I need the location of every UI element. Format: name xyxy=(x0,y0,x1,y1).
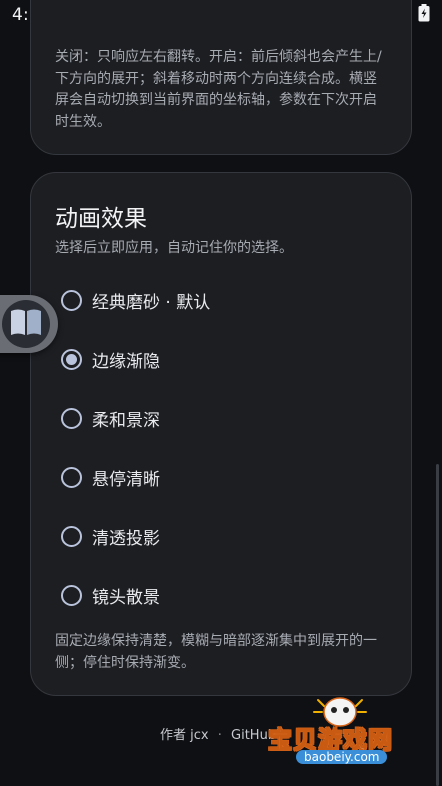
option-label: 边缘渐隐 xyxy=(92,352,160,372)
option-hover-clear[interactable]: 悬停清晰 xyxy=(61,448,381,507)
option-label: 柔和景深 xyxy=(92,411,160,431)
radio-button[interactable] xyxy=(61,290,82,311)
screen: 4:53 xyxy=(0,0,442,786)
radio-button[interactable] xyxy=(61,526,82,547)
floating-book-button[interactable] xyxy=(0,295,58,353)
effect-description: 固定边缘保持清楚，模糊与暗部逐渐集中到展开的一侧；停住时保持渐变。 xyxy=(55,633,377,671)
credits-separator: · xyxy=(217,728,222,743)
radio-dot xyxy=(66,354,77,365)
radio-button-selected[interactable] xyxy=(61,349,82,370)
animation-options: 经典磨砂 · 默认 边缘渐隐 柔和景深 悬停清晰 清透投影 镜头散景 xyxy=(61,271,381,625)
watermark-url: baobeiy.com xyxy=(296,750,388,764)
animation-effects-card: 动画效果 选择后立即应用，自动记住你的选择。 经典磨砂 · 默认 边缘渐隐 柔和… xyxy=(30,172,412,696)
watermark-logo: 宝贝游戏网 baobeiy.com xyxy=(266,690,414,772)
book-icon-container xyxy=(2,300,50,348)
radio-button[interactable] xyxy=(61,585,82,606)
option-classic-frosted[interactable]: 经典磨砂 · 默认 xyxy=(61,271,381,330)
card-title: 动画效果 xyxy=(55,206,147,232)
option-soft-depth[interactable]: 柔和景深 xyxy=(61,389,381,448)
scrollbar[interactable] xyxy=(436,464,439,786)
credits: 作者 jcx · GitHub xyxy=(160,724,276,743)
radio-button[interactable] xyxy=(61,467,82,488)
tilt-settings-card: 关闭：只响应左右翻转。开启：前后倾斜也会产生上/下方向的展开；斜着移动时两个方向… xyxy=(30,0,412,155)
book-icon xyxy=(9,307,43,341)
option-clear-shadow[interactable]: 清透投影 xyxy=(61,507,381,566)
tilt-description: 关闭：只响应左右翻转。开启：前后倾斜也会产生上/下方向的展开；斜着移动时两个方向… xyxy=(55,49,382,130)
option-label: 经典磨砂 · 默认 xyxy=(92,293,211,313)
option-label: 镜头散景 xyxy=(92,588,160,608)
option-label: 悬停清晰 xyxy=(92,470,160,490)
option-lens-bokeh[interactable]: 镜头散景 xyxy=(61,566,381,625)
radio-button[interactable] xyxy=(61,408,82,429)
author-credit: 作者 jcx xyxy=(160,728,209,743)
option-label: 清透投影 xyxy=(92,529,160,549)
option-edge-fade[interactable]: 边缘渐隐 xyxy=(61,330,381,389)
card-subtitle: 选择后立即应用，自动记住你的选择。 xyxy=(55,240,293,256)
battery-icon xyxy=(418,4,430,26)
